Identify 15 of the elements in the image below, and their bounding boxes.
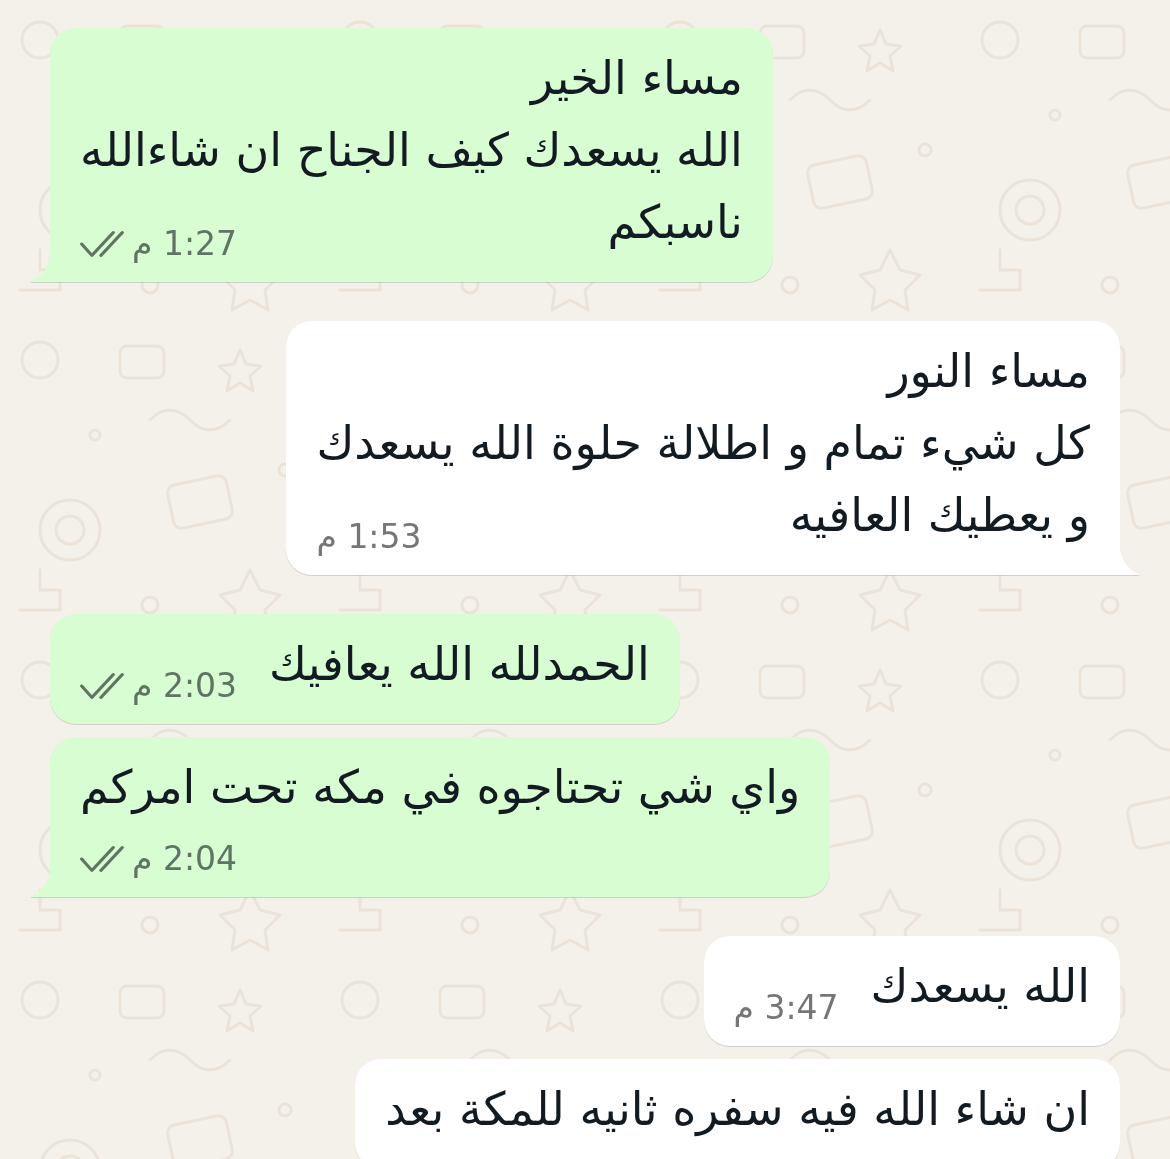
message-text: الله يسعدك: [870, 958, 1090, 1015]
message-text: واي شي تحتاجوه في مكه تحت امركم: [80, 759, 801, 817]
message-text: ان شاء الله فيه سفره ثانيه للمكة بعد: [385, 1081, 1090, 1139]
message-text: الحمدلله الله يعافيك: [269, 636, 650, 693]
message-text: مساء النور: [887, 343, 1090, 401]
message-text: ناسبكم: [607, 194, 743, 251]
message-time: 2:04 م: [132, 839, 238, 879]
message-text: و يعطيك العافيه: [789, 487, 1090, 545]
message-text: الله يسعدك كيف الجناح ان شاءالله: [80, 122, 743, 179]
message-time: 1:53 م: [316, 517, 422, 557]
message-text: مساء الخير: [531, 50, 743, 108]
message-time: 3:47 م: [733, 988, 839, 1028]
message-time: 2:03 م: [132, 666, 238, 706]
message-time: 1:27 م: [132, 224, 238, 264]
message-text: كل شيء تمام و اطلالة حلوة الله يسعدك: [316, 415, 1090, 473]
